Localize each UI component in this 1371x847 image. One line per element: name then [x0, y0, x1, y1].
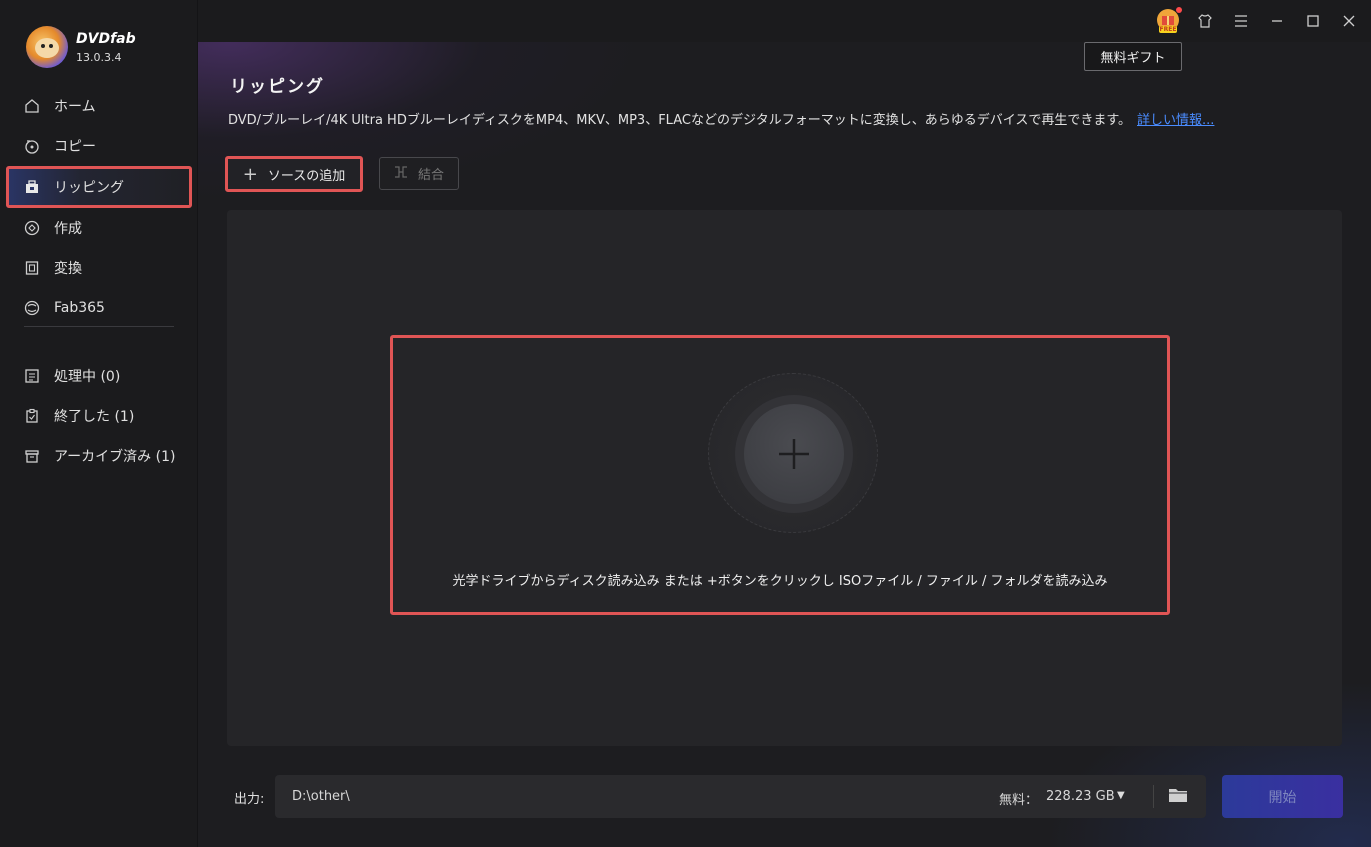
skin-shirt-button[interactable] — [1194, 10, 1216, 32]
sidebar-divider — [24, 326, 174, 327]
close-icon — [1343, 15, 1355, 27]
output-separator — [1153, 785, 1154, 808]
app-brand: DVDfab — [76, 30, 136, 47]
app-version: 13.0.3.4 — [76, 50, 122, 64]
sidebar-item-home[interactable]: ホーム — [6, 86, 192, 126]
dvdfab-monkey-logo-icon — [26, 26, 68, 68]
add-file-plus-button[interactable] — [744, 404, 844, 504]
close-button[interactable] — [1338, 10, 1360, 32]
plus-icon: + — [242, 163, 258, 185]
drop-zone[interactable]: 光学ドライブからディスク読み込み または +ボタンをクリックし ISOファイル … — [390, 335, 1170, 615]
merge-label: 結合 — [417, 168, 444, 183]
main-content: リッピング DVD/ブルーレイ/4K Ultra HDブルーレイディスクをMP4… — [198, 42, 1371, 847]
free-space-label: 無料： — [999, 793, 1039, 808]
add-ring — [708, 373, 878, 533]
merge-icon — [394, 165, 408, 182]
sidebar-item-label: 処理中 (0) — [54, 369, 121, 385]
drop-hint-text: 光学ドライブからディスク読み込み または +ボタンをクリックし ISOファイル … — [452, 574, 1108, 589]
hamburger-menu-icon — [1235, 15, 1247, 27]
more-info-link[interactable]: 詳しい情報... — [1137, 113, 1214, 128]
task-nav: 処理中 (0) 終了した (1) アーカイブ済み (1) — [6, 356, 192, 476]
copy-disc-icon — [24, 138, 40, 154]
queue-list-icon — [24, 368, 40, 384]
home-icon — [24, 98, 40, 114]
sidebar: DVDfab 13.0.3.4 ホーム コピー リッピング 作成 変換 Fab3… — [0, 0, 198, 847]
creator-disc-icon — [24, 220, 40, 236]
folder-icon — [1169, 789, 1187, 802]
sidebar-item-queue[interactable]: 処理中 (0) — [6, 356, 192, 396]
browse-folder-button[interactable] — [1168, 786, 1190, 808]
sidebar-item-label: アーカイブ済み (1) — [54, 449, 176, 465]
output-path-field[interactable]: D:\other\ 無料： 228.23 GB ▼ — [275, 775, 1206, 818]
finished-clipboard-icon — [24, 408, 40, 424]
caret-down-icon[interactable]: ▼ — [1117, 790, 1125, 801]
free-gift-button[interactable]: FREE — [1154, 7, 1182, 35]
sidebar-item-label: Fab365 — [54, 300, 105, 316]
minimize-icon — [1272, 20, 1282, 22]
sidebar-item-ripper[interactable]: リッピング — [6, 166, 192, 208]
sidebar-item-label: 変換 — [54, 261, 82, 277]
page-description: DVD/ブルーレイ/4K Ultra HDブルーレイディスクをMP4、MKV、M… — [228, 109, 1214, 128]
output-path: D:\other\ — [292, 789, 350, 804]
archive-box-icon — [24, 448, 40, 464]
main-nav: ホーム コピー リッピング 作成 変換 Fab365 — [6, 86, 192, 328]
minimize-button[interactable] — [1266, 10, 1288, 32]
maximize-icon — [1307, 15, 1319, 27]
sidebar-item-label: 作成 — [54, 221, 82, 237]
film-convert-icon — [24, 260, 40, 276]
free-badge-text: FREE — [1159, 26, 1177, 33]
start-button[interactable]: 開始 — [1222, 775, 1343, 818]
notification-dot — [1176, 7, 1182, 13]
sidebar-item-label: 終了した (1) — [54, 409, 135, 425]
sidebar-item-archived[interactable]: アーカイブ済み (1) — [6, 436, 192, 476]
description-text: DVD/ブルーレイ/4K Ultra HDブルーレイディスクをMP4、MKV、M… — [228, 113, 1132, 128]
shirt-icon — [1198, 14, 1212, 28]
merge-button[interactable]: 結合 — [379, 157, 459, 190]
source-panel: 光学ドライブからディスク読み込み または +ボタンをクリックし ISOファイル … — [227, 210, 1342, 746]
sidebar-item-fab365[interactable]: Fab365 — [6, 288, 192, 328]
menu-button[interactable] — [1230, 10, 1252, 32]
output-label: 出力: — [234, 792, 265, 807]
free-space-value[interactable]: 228.23 GB — [1046, 789, 1115, 804]
app-logo: DVDfab 13.0.3.4 — [26, 26, 136, 68]
sidebar-item-finished[interactable]: 終了した (1) — [6, 396, 192, 436]
big-plus-icon — [779, 439, 809, 469]
sidebar-item-creator[interactable]: 作成 — [6, 208, 192, 248]
add-source-label: ソースの追加 — [267, 168, 346, 184]
sidebar-item-label: コピー — [54, 139, 96, 155]
sidebar-item-label: ホーム — [54, 99, 96, 115]
sidebar-item-copy[interactable]: コピー — [6, 126, 192, 166]
sidebar-item-label: リッピング — [54, 180, 124, 196]
fab365-icon — [24, 300, 40, 316]
maximize-button[interactable] — [1302, 10, 1324, 32]
page-title: リッピング — [230, 77, 325, 97]
sidebar-item-converter[interactable]: 変換 — [6, 248, 192, 288]
ripper-icon — [24, 179, 40, 195]
add-source-button[interactable]: + ソースの追加 — [225, 156, 363, 192]
free-gift-tooltip: 無料ギフト — [1084, 42, 1182, 71]
title-bar: FREE 無料ギフト — [198, 0, 1371, 71]
